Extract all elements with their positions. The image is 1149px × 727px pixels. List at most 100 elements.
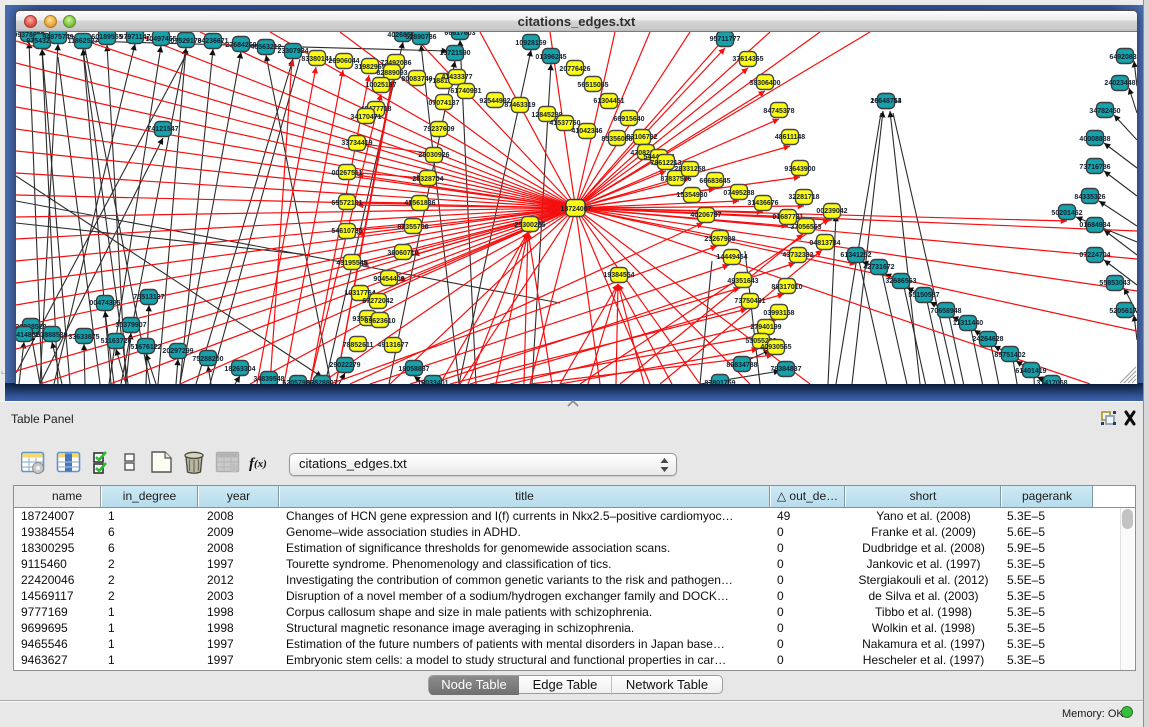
svg-text:27940199: 27940199 [750,324,781,331]
svg-text:61341252: 61341252 [840,252,871,259]
svg-text:73750431: 73750431 [734,298,765,305]
svg-text:07074137: 07074137 [428,100,459,107]
svg-text:29022279: 29022279 [329,362,360,369]
svg-text:33633875: 33633875 [68,334,99,341]
svg-text:55150587: 55150587 [908,292,939,299]
svg-text:67272042: 67272042 [362,298,393,305]
svg-text:23307924: 23307924 [277,48,308,55]
svg-text:35379907: 35379907 [115,322,146,329]
svg-text:84745378: 84745378 [763,108,794,115]
svg-text:53888539: 53888539 [36,332,67,339]
svg-text:19384554: 19384554 [603,272,634,279]
svg-text:41561836: 41561836 [404,200,435,207]
svg-text:13721590: 13721590 [439,50,470,57]
svg-text:61304451: 61304451 [593,98,624,105]
svg-text:95711777: 95711777 [710,36,741,43]
svg-text:51676122: 51676122 [130,344,161,351]
svg-text:52056174: 52056174 [1109,308,1137,315]
svg-text:66617603: 66617603 [444,32,475,37]
svg-text:75288200: 75288200 [192,356,223,363]
svg-text:00267511: 00267511 [332,170,363,177]
svg-text:40930565: 40930565 [760,344,791,351]
svg-text:43195545: 43195545 [336,260,367,267]
svg-text:79237609: 79237609 [423,126,454,133]
svg-text:40206797: 40206797 [690,212,721,219]
svg-text:84335326: 84335326 [1074,194,1105,201]
svg-text:31417058: 31417058 [1036,380,1067,384]
svg-text:10928159: 10928159 [515,40,546,47]
svg-text:10025167: 10025167 [365,82,396,89]
svg-text:66915640: 66915640 [613,116,644,123]
svg-text:18263304: 18263304 [224,366,255,373]
svg-text:52890786: 52890786 [405,34,436,41]
svg-text:48611148: 48611148 [775,134,805,141]
svg-text:32686563: 32686563 [885,278,916,285]
svg-text:32281718: 32281718 [788,194,819,201]
svg-text:16648754: 16648754 [870,98,901,105]
svg-text:28331258: 28331258 [674,166,705,173]
svg-text:18058887: 18058887 [398,366,429,373]
svg-text:87463319: 87463319 [504,102,535,109]
svg-text:49131677: 49131677 [377,342,408,349]
svg-text:14449454: 14449454 [716,254,747,261]
svg-text:78384837: 78384837 [770,366,801,373]
svg-text:04813734: 04813734 [809,240,840,247]
svg-text:34170471: 34170471 [350,114,381,121]
svg-text:33734419: 33734419 [341,140,372,147]
svg-text:87801759: 87801759 [704,380,735,384]
svg-text:24023448: 24023448 [1104,80,1135,87]
svg-text:(x): (x) [254,458,267,470]
svg-text:75513137: 75513137 [133,294,164,301]
svg-text:93643900: 93643900 [784,166,815,173]
svg-text:55853043: 55853043 [1099,280,1130,287]
svg-text:01396245: 01396245 [535,54,566,61]
svg-text:87355706: 87355706 [397,224,428,231]
svg-text:15354930: 15354930 [676,192,707,199]
svg-text:20297299: 20297299 [162,348,193,355]
svg-text:01684934: 01684934 [1079,222,1110,229]
svg-text:41433377: 41433377 [441,74,472,81]
svg-text:64920831: 64920831 [1109,54,1137,61]
svg-text:00474395: 00474395 [89,300,120,307]
svg-text:42731672: 42731672 [863,264,894,271]
svg-text:60189555: 60189555 [91,34,122,41]
svg-text:26030926: 26030926 [418,152,449,159]
svg-text:74121547: 74121547 [147,126,178,133]
svg-text:38306400: 38306400 [749,80,780,87]
svg-text:51163726: 51163726 [101,338,132,345]
svg-text:37056563: 37056563 [790,224,821,231]
svg-text:90454409: 90454409 [373,276,404,283]
svg-text:49351643: 49351643 [727,278,758,285]
svg-text:37614365: 37614365 [732,56,763,63]
svg-text:83106792: 83106792 [626,134,657,141]
svg-text:89751402: 89751402 [994,352,1025,359]
svg-text:25328704: 25328704 [412,176,443,183]
svg-text:66683645: 66683645 [699,178,730,185]
svg-text:03993158: 03993158 [763,310,794,317]
svg-text:20776426: 20776426 [559,66,590,73]
svg-text:25300265: 25300265 [514,222,545,229]
svg-text:00239042: 00239042 [816,208,847,215]
svg-text:56515055: 56515055 [577,82,608,89]
svg-text:61401419: 61401419 [1015,368,1046,375]
svg-text:34839548: 34839548 [253,376,284,383]
svg-text:50201462: 50201462 [1051,210,1082,217]
svg-text:24264628: 24264628 [972,336,1003,343]
svg-text:65572101: 65572101 [331,200,362,207]
svg-text:07495288: 07495288 [723,190,754,197]
svg-text:23267938: 23267938 [704,236,735,243]
svg-text:41537760: 41537760 [549,120,580,127]
svg-text:88317010: 88317010 [771,284,802,291]
svg-text:43732332: 43732332 [782,252,813,259]
svg-text:31436676: 31436676 [747,200,778,207]
svg-text:11311440: 11311440 [953,320,983,327]
svg-text:78852611: 78852611 [343,342,374,349]
svg-text:83623610: 83623610 [364,318,395,325]
svg-text:89834788: 89834788 [726,362,757,369]
svg-text:07224704: 07224704 [1079,252,1110,259]
svg-text:34236671: 34236671 [197,38,228,45]
svg-text:40008838: 40008838 [1079,136,1110,143]
svg-text:73716786: 73716786 [1079,164,1110,171]
svg-text:61740931: 61740931 [450,88,481,95]
svg-text:36060710: 36060710 [387,250,418,257]
